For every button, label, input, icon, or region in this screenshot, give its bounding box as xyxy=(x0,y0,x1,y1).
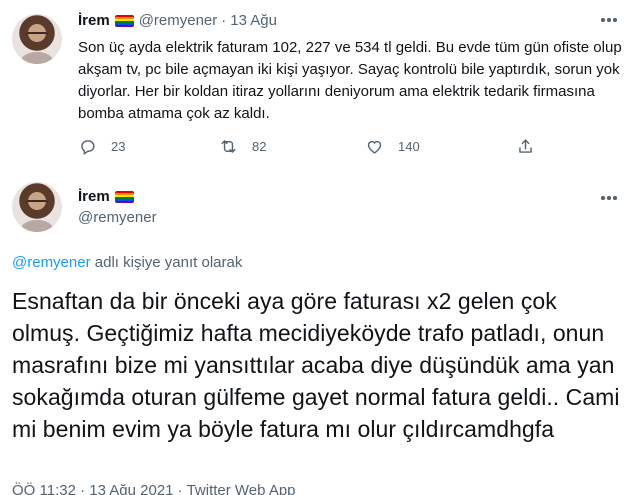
avatar-shirt xyxy=(21,52,53,64)
avatar[interactable] xyxy=(12,182,62,232)
reply-mention-link[interactable]: @remyener xyxy=(12,254,91,271)
avatar-glasses xyxy=(26,32,48,39)
rainbow-flag-icon xyxy=(114,14,134,27)
share-icon xyxy=(519,139,532,153)
like-count: 140 xyxy=(398,139,420,154)
reply-context-text: adlı kişiye yanıt olarak xyxy=(90,254,243,271)
avatar[interactable] xyxy=(12,14,62,64)
tweet-meta[interactable]: ÖÖ 11:32 · 13 Ağu 2021 · Twitter Web App xyxy=(12,482,296,495)
tweet-header: İrem xyxy=(78,188,134,205)
handle-row: @remyener xyxy=(78,209,157,226)
reply-count: 23 xyxy=(111,139,126,154)
reply-button[interactable]: 23 xyxy=(78,137,125,156)
avatar-glasses xyxy=(26,200,48,207)
tweet-text: Son üç ayda elektrik faturam 102, 227 ve… xyxy=(78,39,622,122)
display-name[interactable]: İrem xyxy=(78,188,110,205)
display-name[interactable]: İrem xyxy=(78,12,110,29)
avatar-shirt xyxy=(21,220,53,232)
handle[interactable]: @remyener xyxy=(78,209,157,226)
retweet-button[interactable]: 82 xyxy=(219,137,266,156)
more-icon[interactable] xyxy=(598,10,620,30)
reply-context: @remyener adlı kişiye yanıt olarak xyxy=(12,254,242,271)
heart-icon xyxy=(367,140,382,154)
separator: · xyxy=(221,12,227,29)
retweet-count: 82 xyxy=(252,139,267,154)
more-icon[interactable] xyxy=(598,188,620,208)
retweet-icon xyxy=(221,140,236,153)
tweet-text: Esnaftan da bir önceki aya göre faturası… xyxy=(12,288,620,442)
tweet-date[interactable]: 13 Ağu xyxy=(230,12,277,29)
handle[interactable]: @remyener xyxy=(139,12,218,29)
rainbow-flag-icon xyxy=(114,190,134,203)
tweet-header: İrem @remyener · 13 Ağu xyxy=(78,12,277,29)
reply-icon xyxy=(81,140,95,155)
tweet-1[interactable]: İrem @remyener · 13 Ağu Son üç ayda elek… xyxy=(0,0,635,170)
like-button[interactable]: 140 xyxy=(365,137,420,156)
share-button[interactable] xyxy=(516,137,549,156)
action-bar: 23 82 140 xyxy=(78,137,548,159)
